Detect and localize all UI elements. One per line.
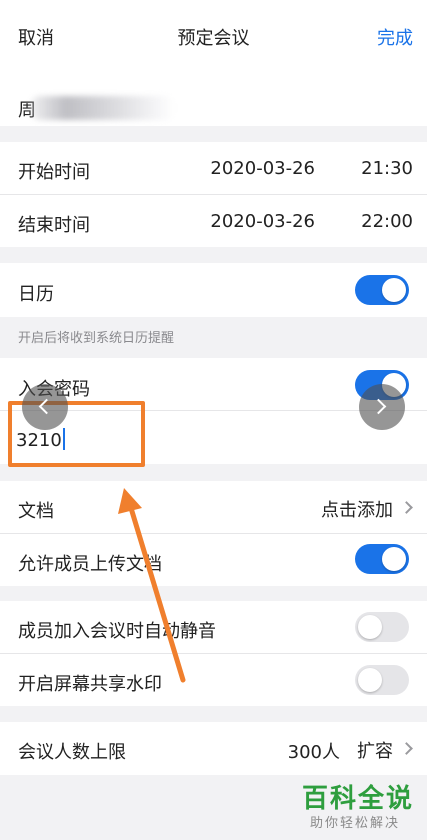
site-watermark: 百科全说 助你轻松解决 — [296, 778, 424, 834]
annotation-arrow — [118, 488, 186, 683]
watermark-brand: 百科全说 — [302, 784, 415, 814]
watermark-tagline: 助你轻松解决 — [310, 816, 401, 831]
